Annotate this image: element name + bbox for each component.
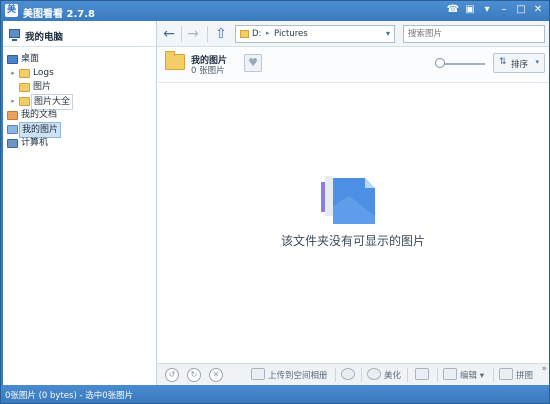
folder-tree: 桌面 ▸ Logs 图片 ▸ 图片大全 我的文档 我的图片 计算机 <box>3 47 156 150</box>
tree-item-label: 桌面 <box>21 54 40 64</box>
window-controls: ☎ ▣ ▾ – □ ✕ <box>446 3 545 17</box>
rotate-left-icon[interactable]: ↺ <box>165 368 179 382</box>
folder-icon <box>19 69 30 78</box>
divider <box>181 26 182 42</box>
maximize-icon[interactable]: □ <box>514 3 528 17</box>
crop-button[interactable] <box>415 368 432 382</box>
bottom-toolbar: ↺ ↻ ✕ 上传到空间相册 美化 编辑 ▾ 拼图 » <box>157 363 549 385</box>
tree-item-logs[interactable]: ▸ Logs <box>3 66 156 80</box>
main-panel: ← → ⇧ D: ▸ Pictures ▾ 我的图片 0 张图片 ♥ <box>157 21 549 385</box>
sidebar-header-label: 我的电脑 <box>25 32 64 43</box>
title-bar[interactable]: 美 美图看看 2.7.8 ☎ ▣ ▾ – □ ✕ <box>1 1 549 21</box>
empty-state-message: 该文件夹没有可显示的图片 <box>280 234 425 248</box>
tree-item-pictures-folder[interactable]: 图片 <box>3 80 156 94</box>
my-computer-icon <box>9 29 20 41</box>
folder-icon <box>165 51 185 70</box>
chat-icon[interactable]: ☎ <box>446 3 460 17</box>
documents-icon <box>7 111 18 120</box>
divider <box>207 26 208 42</box>
menu-icon[interactable]: ▾ <box>480 3 494 17</box>
sidebar: 我的电脑 桌面 ▸ Logs 图片 ▸ 图片大全 我的文档 我的图片 计算机 <box>3 21 157 385</box>
sort-icon: ⇅ <box>499 57 507 67</box>
weibo-share-button[interactable] <box>341 368 358 382</box>
favorite-button[interactable]: ♥ <box>244 54 262 72</box>
expand-icon[interactable]: ▸ <box>9 94 17 108</box>
upload-icon <box>251 368 265 380</box>
pictures-icon <box>7 125 18 134</box>
divider <box>361 368 362 382</box>
back-icon[interactable]: ← <box>161 26 177 42</box>
tree-item-label: 图片 <box>33 82 52 92</box>
chevron-down-icon: ▾ <box>535 58 539 66</box>
beautify-label: 美化 <box>384 371 402 381</box>
folder-icon <box>19 83 30 92</box>
zoom-slider-handle[interactable] <box>435 58 445 68</box>
tree-item-desktop[interactable]: 桌面 <box>3 52 156 66</box>
folder-icon <box>240 30 249 38</box>
beautify-button[interactable]: 美化 <box>367 368 401 382</box>
divider <box>437 368 438 382</box>
desktop-icon <box>7 55 18 64</box>
puzzle-button[interactable]: 拼图 <box>499 368 533 382</box>
divider <box>407 368 408 382</box>
forward-icon[interactable]: → <box>185 26 201 42</box>
rotate-right-icon[interactable]: ↻ <box>187 368 201 382</box>
weibo-icon <box>341 368 355 380</box>
edit-label: 编辑 <box>460 371 478 381</box>
path-segment[interactable]: Pictures <box>274 29 308 39</box>
tree-item-my-pictures[interactable]: 我的图片 <box>3 122 156 138</box>
sort-button[interactable]: ⇅ 排序 ▾ <box>493 53 545 73</box>
path-drive[interactable]: D: <box>252 29 261 39</box>
more-icon[interactable]: » <box>541 364 547 374</box>
folder-icon <box>19 97 30 106</box>
minimize-icon[interactable]: – <box>497 3 511 17</box>
sort-label: 排序 <box>511 60 529 70</box>
chevron-down-icon[interactable]: ▾ <box>386 29 390 38</box>
delete-icon[interactable]: ✕ <box>209 368 223 382</box>
sidebar-header[interactable]: 我的电脑 <box>3 21 156 47</box>
tree-item-picture-collection[interactable]: ▸ 图片大全 <box>3 94 156 110</box>
crop-icon <box>415 368 429 380</box>
upload-label: 上传到空间相册 <box>268 371 328 381</box>
empty-folder-picture-icon <box>321 176 375 224</box>
path-separator-icon: ▸ <box>266 29 270 37</box>
edit-button[interactable]: 编辑 ▾ <box>443 368 484 382</box>
app-title: 美图看看 2.7.8 <box>23 9 95 20</box>
puzzle-icon <box>499 368 513 380</box>
skin-icon[interactable]: ▣ <box>463 3 477 17</box>
close-icon[interactable]: ✕ <box>531 3 545 17</box>
search-box[interactable] <box>403 25 545 43</box>
image-count: 0 张图片 <box>191 66 225 76</box>
folder-info-bar: 我的图片 0 张图片 ♥ ⇅ 排序 ▾ <box>157 47 549 83</box>
search-input[interactable] <box>404 26 524 42</box>
chevron-down-icon: ▾ <box>479 371 484 381</box>
tree-item-label: 我的文档 <box>21 110 58 120</box>
address-bar[interactable]: D: ▸ Pictures ▾ <box>235 25 395 43</box>
status-bar: 0张图片 (0 bytes) - 选中0张图片 <box>1 385 549 403</box>
app-logo-icon: 美 <box>5 4 18 17</box>
divider <box>335 368 336 382</box>
edit-icon <box>443 368 457 380</box>
divider <box>493 368 494 382</box>
computer-icon <box>7 139 18 148</box>
tree-item-my-documents[interactable]: 我的文档 <box>3 108 156 122</box>
expand-icon[interactable]: ▸ <box>9 66 17 80</box>
up-folder-icon[interactable]: ⇧ <box>213 26 229 42</box>
tree-item-label: 计算机 <box>21 138 49 148</box>
tree-item-label: Logs <box>33 68 54 78</box>
upload-album-button[interactable]: 上传到空间相册 <box>251 368 328 382</box>
app-window: 美 美图看看 2.7.8 ☎ ▣ ▾ – □ ✕ 我的电脑 桌面 ▸ Logs <box>0 0 550 404</box>
puzzle-label: 拼图 <box>516 371 534 381</box>
status-text: 0张图片 (0 bytes) - 选中0张图片 <box>5 391 134 401</box>
navigation-toolbar: ← → ⇧ D: ▸ Pictures ▾ <box>157 21 549 47</box>
tree-item-computer[interactable]: 计算机 <box>3 136 156 150</box>
beautify-icon <box>367 368 381 380</box>
